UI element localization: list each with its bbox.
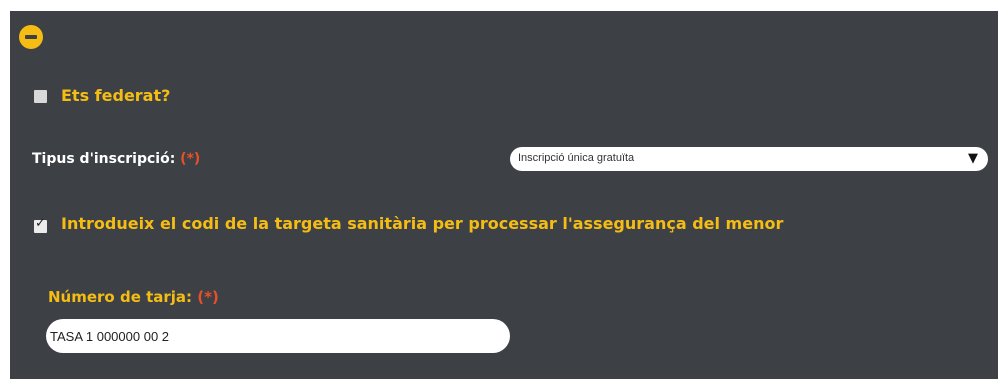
targeta-checkbox[interactable]: ✓: [34, 216, 47, 233]
inscripcio-selected-value: Inscripció única gratuïta: [518, 152, 635, 164]
federat-label: Ets federat?: [61, 86, 171, 105]
inscripcio-select[interactable]: Inscripció única gratuïta ▼: [510, 147, 988, 171]
federat-checkbox[interactable]: [34, 90, 47, 103]
targeta-label: Introdueix el codi de la targeta sanitàr…: [61, 214, 784, 233]
collapse-minus-icon[interactable]: [19, 25, 43, 49]
tarja-label: Número de tarja:: [48, 288, 193, 306]
form-panel: Ets federat? Tipus d'inscripció: (*) Ins…: [10, 11, 998, 379]
triangle-down-icon[interactable]: ▼: [968, 151, 978, 167]
inscripcio-label-row: Tipus d'inscripció: (*): [32, 151, 200, 167]
tarja-input[interactable]: [46, 319, 510, 353]
tarja-required-mark: (*): [197, 288, 219, 306]
checkmark-icon: ✓: [35, 216, 46, 231]
inscripcio-label: Tipus d'inscripció:: [32, 151, 176, 167]
inscripcio-required-mark: (*): [180, 151, 201, 167]
tarja-label-row: Número de tarja: (*): [48, 288, 219, 306]
